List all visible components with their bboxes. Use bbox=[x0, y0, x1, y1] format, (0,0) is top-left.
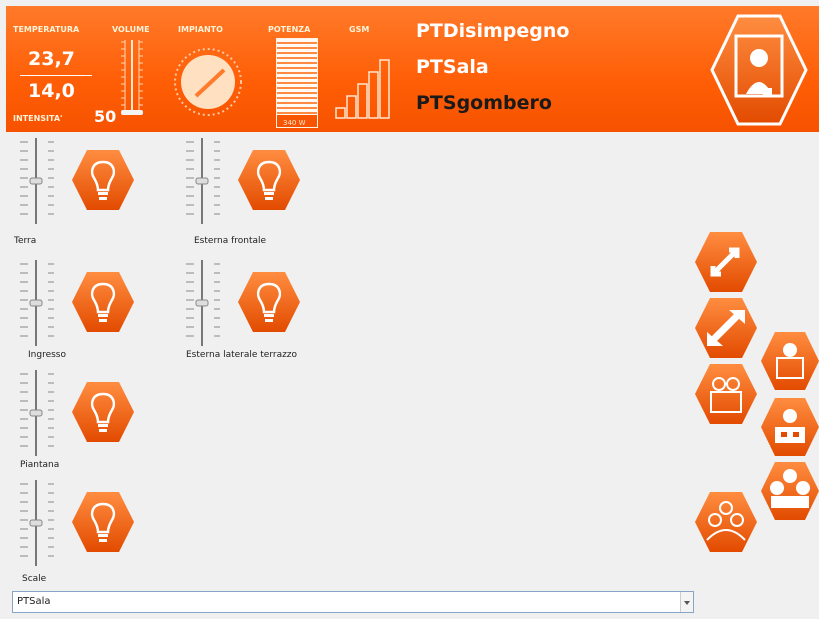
collapse-icon[interactable] bbox=[693, 296, 759, 360]
temperature-divider bbox=[20, 75, 92, 76]
intensity-value: 50 bbox=[94, 107, 117, 126]
impianto-label: IMPIANTO bbox=[178, 25, 223, 34]
temperature-current: 23,7 bbox=[28, 48, 75, 70]
expand-icon[interactable] bbox=[693, 230, 759, 294]
light-slider[interactable] bbox=[14, 368, 54, 456]
room-select[interactable]: PTSala bbox=[12, 591, 694, 613]
light-label: Esterna laterale terrazzo bbox=[186, 350, 298, 360]
light-bulb-icon[interactable] bbox=[236, 148, 302, 212]
power-value: 340 W bbox=[283, 119, 306, 127]
people-icon[interactable] bbox=[693, 362, 759, 426]
light-slider[interactable] bbox=[14, 478, 54, 566]
light-slider[interactable] bbox=[14, 258, 54, 346]
light-slider[interactable] bbox=[180, 136, 220, 224]
light-bulb-icon[interactable] bbox=[70, 380, 136, 444]
light-label: Ingresso bbox=[28, 350, 66, 360]
room-ptdisimpegno[interactable]: PTDisimpegno bbox=[416, 20, 569, 42]
group-icon[interactable] bbox=[759, 460, 819, 522]
person-icon[interactable] bbox=[759, 396, 819, 458]
camera-icon[interactable] bbox=[710, 14, 808, 126]
gsm-label: GSM bbox=[349, 25, 370, 34]
light-bulb-icon[interactable] bbox=[236, 270, 302, 334]
header-bar: TEMPERATURA VOLUME IMPIANTO POTENZA GSM … bbox=[6, 6, 819, 132]
room-ptsgombero[interactable]: PTSgombero bbox=[416, 92, 552, 114]
light-label: Scale bbox=[22, 574, 47, 584]
people-group-icon[interactable] bbox=[693, 490, 759, 554]
impianto-dial[interactable] bbox=[172, 46, 244, 118]
light-bulb-icon[interactable] bbox=[70, 490, 136, 554]
light-label: Piantana bbox=[20, 460, 60, 470]
temperature-label: TEMPERATURA bbox=[13, 25, 80, 34]
room-select-value: PTSala bbox=[17, 596, 51, 607]
room-ptsala[interactable]: PTSala bbox=[416, 56, 489, 78]
light-bulb-icon[interactable] bbox=[70, 270, 136, 334]
volume-slider[interactable] bbox=[119, 38, 149, 120]
light-label: Terra bbox=[14, 236, 37, 246]
intensity-label: INTENSITA' bbox=[13, 114, 63, 123]
light-slider[interactable] bbox=[14, 136, 54, 224]
power-meter: 340 W bbox=[276, 38, 318, 128]
light-bulb-icon[interactable] bbox=[70, 148, 136, 212]
light-label: Esterna frontale bbox=[194, 236, 267, 246]
volume-label: VOLUME bbox=[112, 25, 150, 34]
person-board-icon[interactable] bbox=[759, 330, 819, 392]
temperature-setpoint: 14,0 bbox=[28, 80, 75, 102]
chevron-down-icon[interactable] bbox=[680, 592, 693, 612]
gsm-signal-icon bbox=[335, 59, 390, 119]
potenza-label: POTENZA bbox=[268, 25, 311, 34]
light-slider[interactable] bbox=[180, 258, 220, 346]
